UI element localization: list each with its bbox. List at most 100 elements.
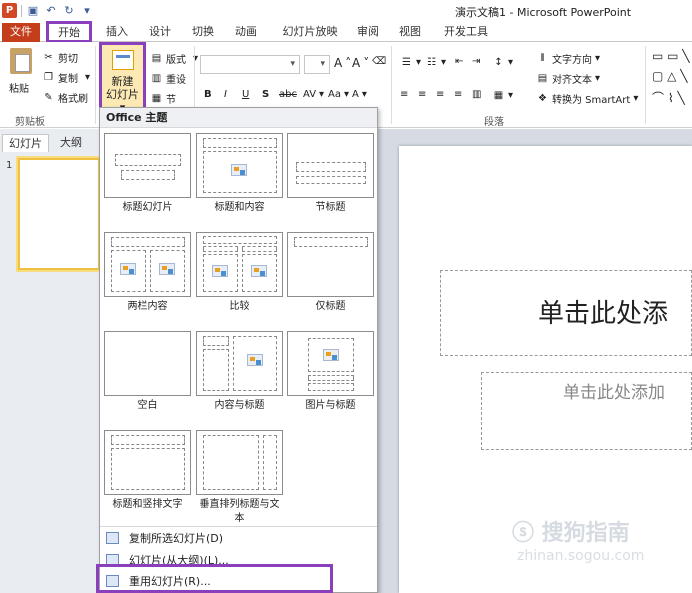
- font-name-combo[interactable]: ▾: [200, 55, 300, 74]
- placeholder-outline: [203, 138, 277, 148]
- tab-file[interactable]: 文件: [2, 23, 40, 42]
- increase-indent-icon[interactable]: ⇥: [472, 56, 480, 67]
- title-placeholder-text: 单击此处添: [538, 299, 669, 329]
- clear-format-icon[interactable]: ⌫: [372, 56, 386, 67]
- placeholder-outline: [242, 246, 277, 252]
- align-text-icon: ▤: [537, 73, 548, 84]
- redo-icon[interactable]: ↻: [62, 4, 76, 18]
- shrink-font-button[interactable]: A ˅: [352, 56, 369, 70]
- bullets-button[interactable]: ☰ ▾: [400, 56, 421, 69]
- reset-button[interactable]: ▥ 重设: [150, 71, 186, 86]
- copy-label: 复制: [58, 74, 78, 85]
- placeholder-outline: [308, 383, 354, 391]
- paragraph-group-label: 段落: [484, 117, 504, 128]
- paste-button[interactable]: 粘贴: [9, 80, 29, 95]
- character-spacing-button[interactable]: AV ▾: [303, 89, 324, 100]
- decrease-indent-icon[interactable]: ⇤: [455, 56, 463, 67]
- justify-icon[interactable]: ≡: [454, 89, 462, 100]
- customize-qat-icon[interactable]: ▾: [80, 4, 94, 18]
- underline-button[interactable]: U: [242, 89, 249, 100]
- tab-slideshow[interactable]: 幻灯片放映: [275, 23, 345, 42]
- duplicate-slides-item[interactable]: 复制所选幻灯片(D): [100, 527, 377, 549]
- layout-icon: ▤: [151, 53, 162, 64]
- watermark: ⓢ 搜狗指南: [512, 521, 630, 546]
- tab-design[interactable]: 设计: [143, 23, 177, 42]
- scissors-icon: ✂: [44, 52, 53, 63]
- tab-animations[interactable]: 动画: [229, 23, 263, 42]
- paste-icon[interactable]: [10, 48, 32, 74]
- text-direction-icon: ⫴: [540, 53, 545, 64]
- placeholder-outline: [121, 170, 175, 180]
- tab-insert[interactable]: 插入: [100, 23, 134, 42]
- slide-thumbnail[interactable]: [18, 158, 100, 270]
- section-button[interactable]: ▦ 节: [150, 91, 176, 106]
- layout-label: 垂直排列标题与文本: [199, 499, 280, 524]
- distribute-icon[interactable]: ▥: [472, 89, 481, 100]
- copy-button[interactable]: ❐ 复制 ▾: [42, 70, 94, 85]
- tab-slides[interactable]: 幻灯片: [2, 134, 49, 152]
- smartart-icon: ❖: [538, 93, 547, 104]
- text-direction-button[interactable]: ⫴ 文字方向 ▾: [536, 51, 600, 66]
- placeholder-outline: [294, 237, 368, 247]
- tab-developer[interactable]: 开发工具: [438, 23, 494, 42]
- layout-label: 图片与标题: [305, 400, 356, 411]
- tab-view[interactable]: 视图: [393, 23, 427, 42]
- tab-review[interactable]: 审阅: [351, 23, 385, 42]
- shadow-button[interactable]: S: [262, 89, 269, 100]
- placeholder-outline: [111, 237, 185, 247]
- grow-font-label: A: [334, 56, 343, 70]
- columns-button[interactable]: ▦ ▾: [492, 89, 513, 102]
- section-label: 节: [166, 95, 176, 106]
- powerpoint-logo-icon[interactable]: P: [2, 3, 17, 18]
- text-direction-label: 文字方向: [552, 55, 592, 66]
- tab-outline[interactable]: 大纲: [54, 134, 88, 152]
- textbox-shape-icon[interactable]: ▭ ▭ ╲: [652, 49, 690, 63]
- italic-button[interactable]: I: [224, 89, 227, 100]
- strikethrough-button[interactable]: abc: [279, 89, 297, 100]
- reuse-slides-highlight: [96, 564, 333, 593]
- rectangle-shape-icon[interactable]: ▢ △ ╲: [652, 69, 687, 83]
- format-painter-label: 格式刷: [58, 94, 88, 105]
- home-tab-highlight: [46, 21, 92, 43]
- layout-label: 标题和内容: [214, 202, 265, 213]
- layout-thumbnail: [196, 232, 283, 297]
- group-separator: [391, 46, 392, 124]
- content-icon: [231, 164, 247, 176]
- placeholder-outline: [203, 349, 229, 391]
- placeholder-outline: [203, 435, 259, 490]
- curve-shape-icon[interactable]: ⌒ ⌇ ╲: [652, 89, 685, 106]
- font-size-combo[interactable]: ▾: [304, 55, 330, 74]
- document-title: 演示文稿1 - Microsoft PowerPoint: [455, 6, 632, 19]
- title-bar: P ▣ ↶ ↻ ▾ 演示文稿1 - Microsoft PowerPoint: [0, 0, 692, 22]
- content-icon: [120, 263, 136, 275]
- layout-label: 两栏内容: [127, 301, 168, 312]
- line-spacing-button[interactable]: ↕ ▾: [492, 56, 513, 69]
- new-slide-icon: [112, 50, 134, 70]
- placeholder-outline: [296, 162, 366, 172]
- grow-font-button[interactable]: A ˄: [334, 56, 351, 70]
- cut-label: 剪切: [58, 54, 78, 65]
- align-left-icon[interactable]: ≡: [400, 89, 408, 100]
- reset-icon: ▥: [151, 73, 162, 84]
- convert-smartart-button[interactable]: ❖ 转换为 SmartArt ▾: [536, 91, 638, 106]
- layout-thumbnail: [104, 331, 191, 396]
- line-spacing-icon: ↕: [494, 57, 503, 68]
- layout-thumbnail: [287, 331, 374, 396]
- align-center-icon[interactable]: ≡: [418, 89, 426, 100]
- slide-number: 1: [6, 160, 13, 171]
- numbering-button[interactable]: ☷ ▾: [425, 56, 446, 69]
- picture-icon: [323, 349, 339, 361]
- undo-icon[interactable]: ↶: [44, 4, 58, 18]
- align-right-icon[interactable]: ≡: [436, 89, 444, 100]
- cut-button[interactable]: ✂ 剪切: [42, 50, 78, 65]
- align-text-button[interactable]: ▤ 对齐文本 ▾: [536, 71, 600, 86]
- format-painter-button[interactable]: ✎ 格式刷: [42, 90, 88, 105]
- change-case-button[interactable]: Aa ▾: [328, 89, 349, 100]
- tab-transitions[interactable]: 切换: [186, 23, 220, 42]
- bold-button[interactable]: B: [204, 89, 212, 100]
- font-color-button[interactable]: A ▾: [352, 89, 367, 100]
- layout-label: 标题和竖排文字: [112, 499, 183, 510]
- section-icon: ▦: [151, 93, 162, 104]
- qat-separator: [21, 4, 22, 17]
- save-icon[interactable]: ▣: [26, 4, 40, 18]
